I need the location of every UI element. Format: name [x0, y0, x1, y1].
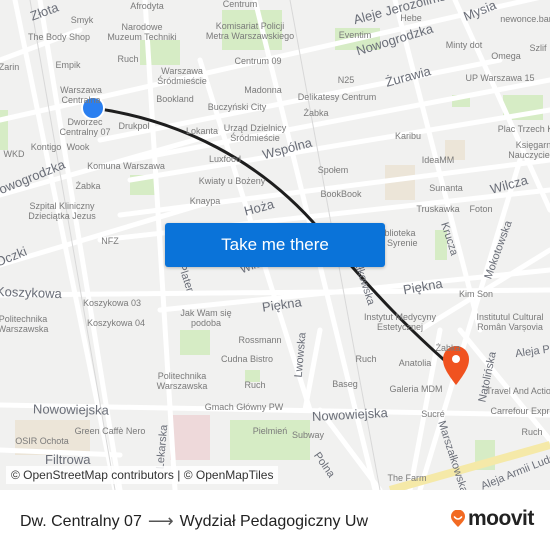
poi-label: Warszawa Centralna	[60, 85, 102, 105]
map-attribution[interactable]: © OpenStreetMap contributors | © OpenMap…	[6, 466, 279, 484]
poi-label: Baseg	[332, 379, 358, 389]
poi-label: Politechnika Warszawska	[156, 371, 208, 391]
origin-name: Dw. Centralny 07	[20, 512, 142, 530]
poi-label: Komuna Warszawa	[87, 161, 165, 171]
poi-label: Drukpol	[118, 121, 150, 131]
poi-label: Subway	[291, 430, 325, 440]
map-view[interactable]: Złota Aleje Jerozolimskie Nowogrodzka My…	[0, 0, 550, 490]
poi-label: Urząd Dzielnicy Śródmieście	[223, 123, 287, 143]
poi-label: Institutul Cultural Român Varșovia	[476, 312, 544, 332]
poi-label: Plac Trzech Krzyży	[497, 124, 550, 134]
poi-label: Madonna	[244, 85, 282, 95]
poi-label: Afrodyta	[130, 1, 164, 11]
poi-label: NFZ	[101, 236, 119, 246]
arrow-right-icon: ⟶	[147, 511, 174, 531]
poi-label: Kwiaty u Bożeny	[198, 176, 266, 186]
poi-label: Żabka	[435, 343, 461, 353]
hospital-area	[170, 415, 210, 460]
street-label: Filtrowa	[45, 452, 91, 467]
poi-label: Sucré	[421, 409, 445, 419]
poi-label: Politechnika Warszawska	[0, 314, 49, 334]
poi-label: Buczyński City	[207, 102, 267, 112]
poi-label: Foton	[469, 204, 493, 214]
poi-label: Koszykowa 04	[86, 318, 146, 328]
poi-label: Lokanta	[185, 126, 219, 136]
poi-label: Truskawka	[416, 204, 460, 214]
poi-label: Warszawa Śródmieście	[157, 66, 207, 86]
poi-label: Księgarnia Nauczycielska	[508, 140, 550, 160]
poi-label: Kim Son	[458, 289, 494, 299]
moovit-pin-icon	[451, 510, 465, 527]
poi-label: Ruch	[521, 427, 543, 437]
poi-label: Zarin	[0, 62, 20, 72]
poi-label: Galeria MDM	[389, 384, 443, 394]
street-label: Nowowiejska	[32, 401, 110, 418]
poi-label: Hebe	[400, 13, 422, 23]
poi-label: Karibu	[394, 131, 422, 141]
poi-label: Ruch	[355, 354, 377, 364]
poi-label: Anatolia	[398, 358, 432, 368]
poi-label: Szlif	[529, 43, 547, 53]
poi-label: newonce.bar	[500, 14, 550, 24]
route-summary: Dw. Centralny 07 ⟶ Wydział Pedagogiczny …	[20, 511, 368, 532]
poi-label: Travel And Action	[486, 386, 550, 396]
poi-label: Centrum 09	[234, 56, 282, 66]
poi-label: Żabka	[75, 181, 101, 191]
poi-label: Smyk	[70, 15, 94, 25]
poi-label: Ruch	[244, 380, 266, 390]
poi-label: Sunanta	[429, 183, 463, 193]
poi-label: Rossmann	[238, 335, 282, 345]
poi-label: Narodowe Muzeum Techniki	[107, 22, 177, 42]
poi-label: Omega	[491, 51, 521, 61]
poi-label: N25	[337, 75, 355, 85]
moovit-wordmark: moovit	[468, 507, 534, 530]
poi-label: Minty dot	[445, 40, 483, 50]
moovit-logo[interactable]: moovit	[450, 507, 534, 531]
poi-label: Cudna Bistro	[220, 354, 274, 364]
poi-label: Wook	[66, 142, 90, 152]
poi-label: Szpital Kliniczny Dzieciątka Jezus	[28, 201, 96, 221]
poi-label: Bookland	[156, 94, 194, 104]
poi-label: Ruch	[117, 54, 139, 64]
poi-label: Instytut Medycyny Estetycznej	[363, 312, 437, 332]
poi-label: The Body Shop	[27, 32, 91, 42]
street-label: Koszykowa	[0, 283, 63, 302]
poi-label: Gmach Główny PW	[204, 402, 284, 412]
poi-label: Żabka	[303, 108, 329, 118]
park-area	[180, 330, 210, 355]
poi-label: WKD	[3, 149, 25, 159]
poi-label: Jak Wam się podoba	[180, 308, 232, 328]
poi-label: OSIR Ochota	[15, 436, 69, 446]
poi-label: Empik	[55, 60, 81, 70]
poi-label: Knaypa	[189, 196, 221, 206]
poi-label: The Farm	[387, 473, 427, 483]
poi-label: Dworzec Centralny 07	[59, 117, 111, 137]
take-me-there-button[interactable]: Take me there	[165, 223, 385, 267]
poi-label: UP Warszawa 15	[465, 73, 535, 83]
poi-label: Kontigo	[30, 142, 62, 152]
poi-label: IdeaMM	[421, 155, 455, 165]
poi-label: Green Caffè Nero	[74, 426, 146, 436]
poi-label: Luxfood	[208, 154, 242, 164]
poi-label: Komisariat Policji Metra Warszawskiego	[205, 21, 295, 41]
poi-label: Pielmień	[252, 426, 288, 436]
destination-name: Wydział Pedagogiczny Uw	[179, 512, 369, 530]
poi-label: BookBook	[320, 189, 362, 199]
poi-label: Carrefour Express	[490, 406, 550, 416]
poi-label: Społem	[317, 165, 349, 175]
poi-label: Eventim	[338, 30, 372, 40]
poi-label: Delikatesy Centrum	[297, 92, 377, 102]
poi-label: Koszykowa 03	[82, 298, 142, 308]
poi-label: Centrum	[222, 0, 258, 9]
